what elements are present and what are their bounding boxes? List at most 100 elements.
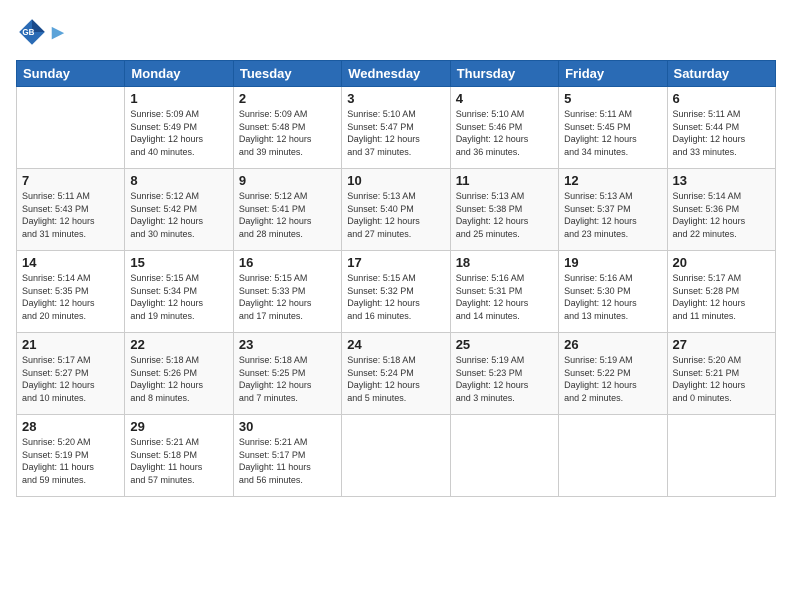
calendar-cell: 3 Sunrise: 5:10 AM Sunset: 5:47 PM Daylig… [342,87,450,169]
calendar-cell: 19 Sunrise: 5:16 AM Sunset: 5:30 PM Dayli… [559,251,667,333]
day-number: 24 [347,337,444,352]
logo-line1: ▶ [52,23,64,41]
calendar-cell: 1Sunrise: 5:09 AM Sunset: 5:49 PM Daylig… [125,87,233,169]
day-number: 8 [130,173,227,188]
weekday-header-thursday: Thursday [450,61,558,87]
day-number: 9 [239,173,336,188]
cell-info: Sunrise: 5:21 AM Sunset: 5:17 PM Dayligh… [239,436,336,486]
logo-icon: GB [16,16,48,48]
day-number: 3 [347,91,444,106]
cell-info: Sunrise: 5:19 AM Sunset: 5:23 PM Dayligh… [456,354,553,404]
calendar-cell: 13 Sunrise: 5:14 AM Sunset: 5:36 PM Dayli… [667,169,775,251]
calendar-cell: 25 Sunrise: 5:19 AM Sunset: 5:23 PM Dayli… [450,333,558,415]
day-number: 6 [673,91,770,106]
calendar-cell: 17 Sunrise: 5:15 AM Sunset: 5:32 PM Dayli… [342,251,450,333]
cell-info: Sunrise: 5:12 AM Sunset: 5:41 PM Dayligh… [239,190,336,240]
day-number: 22 [130,337,227,352]
svg-text:GB: GB [22,28,34,37]
cell-info: Sunrise: 5:14 AM Sunset: 5:35 PM Dayligh… [22,272,119,322]
cell-info: Sunrise: 5:15 AM Sunset: 5:32 PM Dayligh… [347,272,444,322]
weekday-header-monday: Monday [125,61,233,87]
calendar-cell: 12 Sunrise: 5:13 AM Sunset: 5:37 PM Dayli… [559,169,667,251]
cell-info: Sunrise: 5:20 AM Sunset: 5:21 PM Dayligh… [673,354,770,404]
calendar-cell [559,415,667,497]
day-number: 19 [564,255,661,270]
cell-info: Sunrise: 5:16 AM Sunset: 5:30 PM Dayligh… [564,272,661,322]
cell-info: Sunrise: 5:20 AM Sunset: 5:19 PM Dayligh… [22,436,119,486]
calendar-cell: 30 Sunrise: 5:21 AM Sunset: 5:17 PM Dayli… [233,415,341,497]
calendar-cell: 9 Sunrise: 5:12 AM Sunset: 5:41 PM Daylig… [233,169,341,251]
weekday-header-tuesday: Tuesday [233,61,341,87]
calendar-cell: 7Sunrise: 5:11 AM Sunset: 5:43 PM Daylig… [17,169,125,251]
header: GB ▶ [16,16,776,48]
weekday-header-saturday: Saturday [667,61,775,87]
day-number: 4 [456,91,553,106]
calendar-week-2: 7Sunrise: 5:11 AM Sunset: 5:43 PM Daylig… [17,169,776,251]
day-number: 27 [673,337,770,352]
day-number: 25 [456,337,553,352]
day-number: 14 [22,255,119,270]
calendar-cell: 8 Sunrise: 5:12 AM Sunset: 5:42 PM Daylig… [125,169,233,251]
calendar-cell: 15Sunrise: 5:15 AM Sunset: 5:34 PM Dayli… [125,251,233,333]
day-number: 26 [564,337,661,352]
calendar-cell: 29 Sunrise: 5:21 AM Sunset: 5:18 PM Dayli… [125,415,233,497]
calendar-cell: 5 Sunrise: 5:11 AM Sunset: 5:45 PM Daylig… [559,87,667,169]
cell-info: Sunrise: 5:13 AM Sunset: 5:38 PM Dayligh… [456,190,553,240]
cell-info: Sunrise: 5:11 AM Sunset: 5:44 PM Dayligh… [673,108,770,158]
calendar-cell: 10 Sunrise: 5:13 AM Sunset: 5:40 PM Dayli… [342,169,450,251]
calendar-cell [342,415,450,497]
cell-info: Sunrise: 5:09 AM Sunset: 5:49 PM Dayligh… [130,108,227,158]
day-number: 10 [347,173,444,188]
weekday-header-row: SundayMondayTuesdayWednesdayThursdayFrid… [17,61,776,87]
day-number: 30 [239,419,336,434]
cell-info: Sunrise: 5:19 AM Sunset: 5:22 PM Dayligh… [564,354,661,404]
cell-info: Sunrise: 5:17 AM Sunset: 5:28 PM Dayligh… [673,272,770,322]
weekday-header-friday: Friday [559,61,667,87]
day-number: 20 [673,255,770,270]
day-number: 12 [564,173,661,188]
day-number: 29 [130,419,227,434]
calendar-week-4: 21 Sunrise: 5:17 AM Sunset: 5:27 PM Dayli… [17,333,776,415]
calendar-cell [667,415,775,497]
day-number: 15 [130,255,227,270]
calendar-cell: 24 Sunrise: 5:18 AM Sunset: 5:24 PM Dayli… [342,333,450,415]
calendar-cell: 20 Sunrise: 5:17 AM Sunset: 5:28 PM Dayli… [667,251,775,333]
calendar-cell: 6 Sunrise: 5:11 AM Sunset: 5:44 PM Daylig… [667,87,775,169]
day-number: 21 [22,337,119,352]
cell-info: Sunrise: 5:10 AM Sunset: 5:46 PM Dayligh… [456,108,553,158]
calendar-cell: 28 Sunrise: 5:20 AM Sunset: 5:19 PM Dayli… [17,415,125,497]
weekday-header-wednesday: Wednesday [342,61,450,87]
day-number: 23 [239,337,336,352]
page: GB ▶ SundayMondayTuesdayWednesdayThursda… [0,0,792,612]
calendar-cell: 2 Sunrise: 5:09 AM Sunset: 5:48 PM Daylig… [233,87,341,169]
cell-info: Sunrise: 5:09 AM Sunset: 5:48 PM Dayligh… [239,108,336,158]
day-number: 17 [347,255,444,270]
cell-info: Sunrise: 5:18 AM Sunset: 5:24 PM Dayligh… [347,354,444,404]
logo-text: ▶ [52,23,64,41]
cell-info: Sunrise: 5:11 AM Sunset: 5:45 PM Dayligh… [564,108,661,158]
cell-info: Sunrise: 5:21 AM Sunset: 5:18 PM Dayligh… [130,436,227,486]
cell-info: Sunrise: 5:12 AM Sunset: 5:42 PM Dayligh… [130,190,227,240]
cell-info: Sunrise: 5:17 AM Sunset: 5:27 PM Dayligh… [22,354,119,404]
day-number: 28 [22,419,119,434]
day-number: 2 [239,91,336,106]
day-number: 13 [673,173,770,188]
cell-info: Sunrise: 5:13 AM Sunset: 5:37 PM Dayligh… [564,190,661,240]
day-number: 5 [564,91,661,106]
day-number: 7 [22,173,119,188]
cell-info: Sunrise: 5:16 AM Sunset: 5:31 PM Dayligh… [456,272,553,322]
cell-info: Sunrise: 5:14 AM Sunset: 5:36 PM Dayligh… [673,190,770,240]
calendar-cell: 14 Sunrise: 5:14 AM Sunset: 5:35 PM Dayli… [17,251,125,333]
cell-info: Sunrise: 5:13 AM Sunset: 5:40 PM Dayligh… [347,190,444,240]
calendar-cell: 23 Sunrise: 5:18 AM Sunset: 5:25 PM Dayli… [233,333,341,415]
cell-info: Sunrise: 5:15 AM Sunset: 5:33 PM Dayligh… [239,272,336,322]
cell-info: Sunrise: 5:18 AM Sunset: 5:25 PM Dayligh… [239,354,336,404]
day-number: 16 [239,255,336,270]
cell-info: Sunrise: 5:10 AM Sunset: 5:47 PM Dayligh… [347,108,444,158]
calendar-week-1: 1Sunrise: 5:09 AM Sunset: 5:49 PM Daylig… [17,87,776,169]
calendar-cell: 22Sunrise: 5:18 AM Sunset: 5:26 PM Dayli… [125,333,233,415]
calendar-week-3: 14 Sunrise: 5:14 AM Sunset: 5:35 PM Dayli… [17,251,776,333]
calendar-cell: 18Sunrise: 5:16 AM Sunset: 5:31 PM Dayli… [450,251,558,333]
calendar-cell: 16 Sunrise: 5:15 AM Sunset: 5:33 PM Dayli… [233,251,341,333]
calendar-week-5: 28 Sunrise: 5:20 AM Sunset: 5:19 PM Dayli… [17,415,776,497]
